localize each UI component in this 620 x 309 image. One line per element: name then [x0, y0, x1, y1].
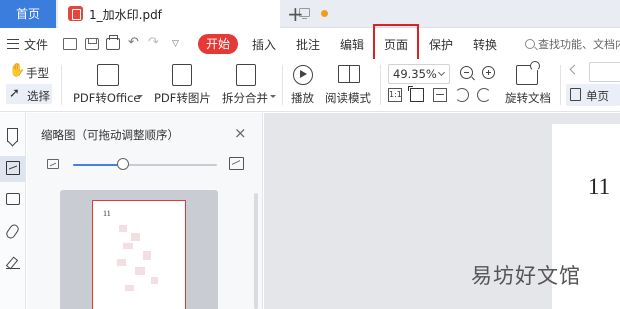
watermark-pixel: [135, 267, 145, 275]
watermark-pixel: [123, 243, 133, 249]
chevron-down-icon[interactable]: ▽: [172, 39, 186, 51]
bookmark-icon[interactable]: [7, 128, 18, 142]
single-page-icon[interactable]: [570, 88, 581, 101]
read-mode-button[interactable]: 阅读模式: [325, 90, 371, 106]
search-input[interactable]: 查找功能、文档内容: [538, 36, 620, 52]
unsaved-dot-icon: [321, 10, 328, 17]
menu-protect[interactable]: 保护: [429, 36, 453, 53]
small-image-icon[interactable]: [47, 159, 59, 169]
hamburger-menu-icon[interactable]: [7, 39, 19, 49]
toolbar-divider: [282, 65, 283, 105]
zoom-out-icon[interactable]: [460, 66, 473, 79]
tab-home[interactable]: 首页: [0, 0, 56, 28]
play-button[interactable]: 播放: [291, 90, 314, 106]
close-icon[interactable]: ×: [234, 125, 247, 141]
rotate-right-icon[interactable]: [477, 88, 491, 102]
page-thumbnail-card[interactable]: 11: [60, 190, 218, 309]
hand-tool-icon[interactable]: ✋: [9, 63, 25, 78]
thumbnail-icon[interactable]: [6, 161, 20, 175]
search-icon[interactable]: [525, 39, 535, 49]
hand-tool-label[interactable]: 手型: [26, 65, 49, 81]
rotate-document-icon[interactable]: [516, 61, 540, 85]
chevron-down-icon[interactable]: [137, 95, 143, 98]
select-arrow-icon[interactable]: ➚: [9, 86, 20, 101]
rotate-left-icon[interactable]: [455, 88, 469, 102]
print-icon[interactable]: [106, 35, 120, 50]
chevron-left-icon[interactable]: [569, 64, 580, 75]
pdf-file-icon: [68, 6, 83, 21]
thumbnail-page-number: 11: [103, 209, 111, 218]
zoom-value: 49.35%: [393, 67, 437, 81]
fit-page-icon[interactable]: [408, 86, 424, 102]
menu-edit[interactable]: 编辑: [340, 36, 364, 53]
watermark-pixel: [151, 277, 158, 284]
split-merge-icon[interactable]: [236, 64, 256, 86]
redo-icon[interactable]: ↷: [148, 35, 162, 50]
watermark-text: 易坊好文馆: [471, 264, 581, 288]
toolbar-divider: [61, 65, 62, 105]
pdf-to-image-icon[interactable]: [172, 64, 192, 86]
page-number-input[interactable]: [589, 62, 620, 82]
signature-icon[interactable]: [6, 257, 20, 269]
slider-fill: [73, 164, 124, 166]
pdf-to-office-icon[interactable]: [97, 64, 119, 86]
menu-insert[interactable]: 插入: [252, 36, 276, 53]
thumbnail-size-slider[interactable]: [73, 164, 217, 166]
watermark-pixel: [143, 251, 151, 260]
open-folder-icon[interactable]: [63, 38, 77, 50]
menu-file[interactable]: 文件: [24, 36, 48, 53]
zoom-in-icon[interactable]: [482, 66, 495, 79]
select-tool-label[interactable]: 选择: [27, 88, 50, 104]
document-page-number: 11: [588, 174, 611, 199]
read-mode-book-icon[interactable]: [338, 65, 360, 83]
zoom-select[interactable]: 49.35%: [388, 64, 450, 84]
watermark-pixel: [119, 225, 127, 232]
menu-convert[interactable]: 转换: [473, 36, 497, 53]
watermark-pixel: [131, 233, 140, 241]
page-thumbnail[interactable]: 11: [92, 200, 186, 309]
panel-title: 缩略图（可拖动调整顺序）: [41, 128, 179, 142]
slider-handle[interactable]: [117, 158, 130, 170]
document-tab-title: 1_加水印.pdf: [89, 8, 162, 22]
watermark-pixel: [125, 285, 134, 291]
pdf-to-image-button[interactable]: PDF转图片: [154, 90, 211, 106]
split-merge-button[interactable]: 拆分合并: [222, 90, 268, 106]
pdf-to-office-button[interactable]: PDF转Office: [73, 90, 140, 106]
watermark-pixel: [117, 259, 126, 266]
tab-document[interactable]: 1_加水印.pdf: [58, 0, 328, 28]
page-menu-highlight: [373, 24, 419, 61]
chevron-down-icon[interactable]: [437, 68, 446, 77]
undo-icon[interactable]: ↶: [128, 35, 142, 50]
chevron-down-icon[interactable]: [270, 95, 276, 98]
menu-annotate[interactable]: 批注: [296, 36, 320, 53]
large-image-icon[interactable]: [229, 157, 244, 170]
tab-bar: 首页 1_加水印.pdf +: [0, 0, 620, 28]
toolbar-divider: [380, 65, 381, 105]
thumbnail-panel: 缩略图（可拖动调整顺序） × 11: [27, 113, 263, 309]
actual-size-icon[interactable]: 1:1: [388, 88, 402, 102]
save-icon[interactable]: [85, 38, 99, 50]
play-icon[interactable]: [293, 65, 313, 85]
panel-scrollbar[interactable]: [254, 193, 258, 309]
fit-width-icon[interactable]: [433, 88, 447, 102]
toolbar: ✋ 手型 ➚ 选择 PDF转Office PDF转图片 拆分合并 播放 阅读模式…: [0, 59, 620, 112]
toolbar-divider: [560, 65, 561, 105]
new-tab-plus-icon[interactable]: +: [287, 1, 304, 27]
menu-bar: 文件 ↶ ↷ ▽ 开始 插入 批注 编辑 页面 保护 转换 查找功能、文档内容: [0, 29, 620, 59]
rotate-document-button[interactable]: 旋转文档: [505, 90, 551, 106]
start-tab-button[interactable]: 开始: [198, 34, 238, 54]
single-page-label[interactable]: 单页: [586, 88, 609, 104]
comment-icon[interactable]: [6, 193, 20, 205]
